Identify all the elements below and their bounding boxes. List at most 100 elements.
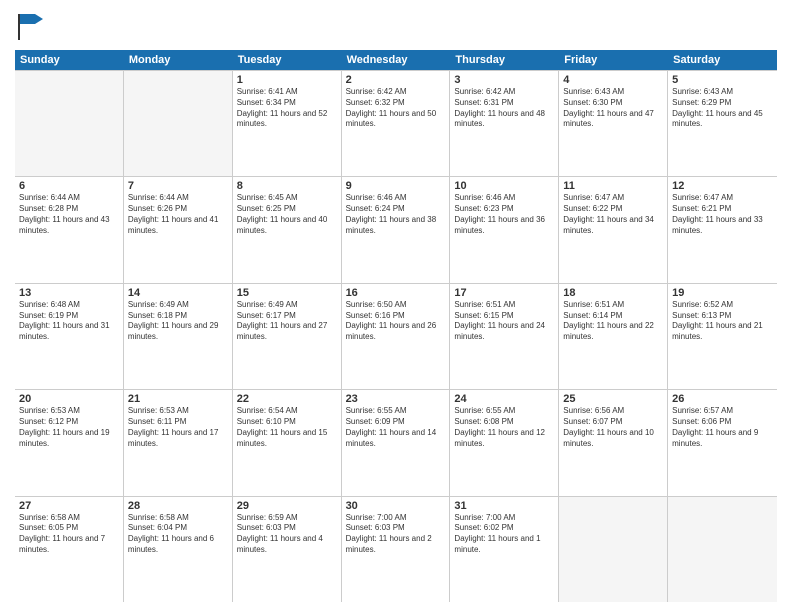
day-number: 22 [237, 393, 337, 405]
cell-info: Sunrise: 6:50 AM Sunset: 6:16 PM Dayligh… [346, 300, 446, 343]
cell-info: Sunrise: 6:44 AM Sunset: 6:28 PM Dayligh… [19, 193, 119, 236]
calendar-row-3: 20Sunrise: 6:53 AM Sunset: 6:12 PM Dayli… [15, 390, 777, 496]
day-number: 10 [454, 180, 554, 192]
day-number: 25 [563, 393, 663, 405]
cell-info: Sunrise: 7:00 AM Sunset: 6:02 PM Dayligh… [454, 513, 554, 556]
calendar-cell: 5Sunrise: 6:43 AM Sunset: 6:29 PM Daylig… [668, 71, 777, 176]
day-number: 16 [346, 287, 446, 299]
header-day-friday: Friday [559, 50, 668, 70]
calendar-cell: 27Sunrise: 6:58 AM Sunset: 6:05 PM Dayli… [15, 497, 124, 602]
day-number: 3 [454, 74, 554, 86]
header-day-thursday: Thursday [450, 50, 559, 70]
calendar-cell: 18Sunrise: 6:51 AM Sunset: 6:14 PM Dayli… [559, 284, 668, 389]
day-number: 2 [346, 74, 446, 86]
day-number: 8 [237, 180, 337, 192]
cell-info: Sunrise: 6:54 AM Sunset: 6:10 PM Dayligh… [237, 406, 337, 449]
cell-info: Sunrise: 6:46 AM Sunset: 6:24 PM Dayligh… [346, 193, 446, 236]
day-number: 24 [454, 393, 554, 405]
header-day-monday: Monday [124, 50, 233, 70]
cell-info: Sunrise: 6:47 AM Sunset: 6:22 PM Dayligh… [563, 193, 663, 236]
day-number: 5 [672, 74, 773, 86]
day-number: 26 [672, 393, 773, 405]
calendar-cell: 13Sunrise: 6:48 AM Sunset: 6:19 PM Dayli… [15, 284, 124, 389]
day-number: 23 [346, 393, 446, 405]
calendar-row-0: 1Sunrise: 6:41 AM Sunset: 6:34 PM Daylig… [15, 71, 777, 177]
logo [15, 10, 50, 42]
cell-info: Sunrise: 6:51 AM Sunset: 6:15 PM Dayligh… [454, 300, 554, 343]
cell-info: Sunrise: 6:58 AM Sunset: 6:04 PM Dayligh… [128, 513, 228, 556]
day-number: 30 [346, 500, 446, 512]
cell-info: Sunrise: 6:53 AM Sunset: 6:12 PM Dayligh… [19, 406, 119, 449]
cell-info: Sunrise: 6:49 AM Sunset: 6:18 PM Dayligh… [128, 300, 228, 343]
day-number: 4 [563, 74, 663, 86]
cell-info: Sunrise: 6:44 AM Sunset: 6:26 PM Dayligh… [128, 193, 228, 236]
calendar-cell: 12Sunrise: 6:47 AM Sunset: 6:21 PM Dayli… [668, 177, 777, 282]
day-number: 28 [128, 500, 228, 512]
calendar-body: 1Sunrise: 6:41 AM Sunset: 6:34 PM Daylig… [15, 70, 777, 602]
day-number: 21 [128, 393, 228, 405]
calendar-cell: 28Sunrise: 6:58 AM Sunset: 6:04 PM Dayli… [124, 497, 233, 602]
cell-info: Sunrise: 6:47 AM Sunset: 6:21 PM Dayligh… [672, 193, 773, 236]
cell-info: Sunrise: 6:42 AM Sunset: 6:32 PM Dayligh… [346, 87, 446, 130]
day-number: 14 [128, 287, 228, 299]
calendar-cell: 23Sunrise: 6:55 AM Sunset: 6:09 PM Dayli… [342, 390, 451, 495]
day-number: 27 [19, 500, 119, 512]
calendar-cell: 26Sunrise: 6:57 AM Sunset: 6:06 PM Dayli… [668, 390, 777, 495]
calendar-cell: 3Sunrise: 6:42 AM Sunset: 6:31 PM Daylig… [450, 71, 559, 176]
cell-info: Sunrise: 6:41 AM Sunset: 6:34 PM Dayligh… [237, 87, 337, 130]
calendar-header: SundayMondayTuesdayWednesdayThursdayFrid… [15, 50, 777, 70]
calendar-cell [15, 71, 124, 176]
calendar-cell: 25Sunrise: 6:56 AM Sunset: 6:07 PM Dayli… [559, 390, 668, 495]
day-number: 18 [563, 287, 663, 299]
calendar-cell: 7Sunrise: 6:44 AM Sunset: 6:26 PM Daylig… [124, 177, 233, 282]
cell-info: Sunrise: 6:51 AM Sunset: 6:14 PM Dayligh… [563, 300, 663, 343]
day-number: 9 [346, 180, 446, 192]
day-number: 20 [19, 393, 119, 405]
calendar-cell: 11Sunrise: 6:47 AM Sunset: 6:22 PM Dayli… [559, 177, 668, 282]
calendar-cell: 19Sunrise: 6:52 AM Sunset: 6:13 PM Dayli… [668, 284, 777, 389]
calendar-cell: 21Sunrise: 6:53 AM Sunset: 6:11 PM Dayli… [124, 390, 233, 495]
day-number: 29 [237, 500, 337, 512]
cell-info: Sunrise: 6:56 AM Sunset: 6:07 PM Dayligh… [563, 406, 663, 449]
calendar-cell: 24Sunrise: 6:55 AM Sunset: 6:08 PM Dayli… [450, 390, 559, 495]
day-number: 12 [672, 180, 773, 192]
day-number: 6 [19, 180, 119, 192]
cell-info: Sunrise: 6:55 AM Sunset: 6:09 PM Dayligh… [346, 406, 446, 449]
calendar-cell [124, 71, 233, 176]
cell-info: Sunrise: 6:57 AM Sunset: 6:06 PM Dayligh… [672, 406, 773, 449]
calendar-cell: 8Sunrise: 6:45 AM Sunset: 6:25 PM Daylig… [233, 177, 342, 282]
day-number: 17 [454, 287, 554, 299]
day-number: 13 [19, 287, 119, 299]
cell-info: Sunrise: 6:46 AM Sunset: 6:23 PM Dayligh… [454, 193, 554, 236]
calendar-cell: 9Sunrise: 6:46 AM Sunset: 6:24 PM Daylig… [342, 177, 451, 282]
cell-info: Sunrise: 7:00 AM Sunset: 6:03 PM Dayligh… [346, 513, 446, 556]
logo-icon [15, 10, 47, 42]
cell-info: Sunrise: 6:55 AM Sunset: 6:08 PM Dayligh… [454, 406, 554, 449]
calendar-cell: 14Sunrise: 6:49 AM Sunset: 6:18 PM Dayli… [124, 284, 233, 389]
calendar-cell: 31Sunrise: 7:00 AM Sunset: 6:02 PM Dayli… [450, 497, 559, 602]
day-number: 7 [128, 180, 228, 192]
calendar-cell: 16Sunrise: 6:50 AM Sunset: 6:16 PM Dayli… [342, 284, 451, 389]
calendar-cell: 2Sunrise: 6:42 AM Sunset: 6:32 PM Daylig… [342, 71, 451, 176]
calendar-cell: 6Sunrise: 6:44 AM Sunset: 6:28 PM Daylig… [15, 177, 124, 282]
cell-info: Sunrise: 6:42 AM Sunset: 6:31 PM Dayligh… [454, 87, 554, 130]
calendar-row-2: 13Sunrise: 6:48 AM Sunset: 6:19 PM Dayli… [15, 284, 777, 390]
day-number: 11 [563, 180, 663, 192]
calendar-cell: 20Sunrise: 6:53 AM Sunset: 6:12 PM Dayli… [15, 390, 124, 495]
cell-info: Sunrise: 6:45 AM Sunset: 6:25 PM Dayligh… [237, 193, 337, 236]
cell-info: Sunrise: 6:43 AM Sunset: 6:29 PM Dayligh… [672, 87, 773, 130]
day-number: 31 [454, 500, 554, 512]
cell-info: Sunrise: 6:58 AM Sunset: 6:05 PM Dayligh… [19, 513, 119, 556]
calendar-cell [559, 497, 668, 602]
day-number: 1 [237, 74, 337, 86]
cell-info: Sunrise: 6:53 AM Sunset: 6:11 PM Dayligh… [128, 406, 228, 449]
day-number: 15 [237, 287, 337, 299]
header-day-sunday: Sunday [15, 50, 124, 70]
calendar-cell: 1Sunrise: 6:41 AM Sunset: 6:34 PM Daylig… [233, 71, 342, 176]
calendar-row-4: 27Sunrise: 6:58 AM Sunset: 6:05 PM Dayli… [15, 497, 777, 602]
calendar-cell [668, 497, 777, 602]
header-day-tuesday: Tuesday [233, 50, 342, 70]
page: SundayMondayTuesdayWednesdayThursdayFrid… [0, 0, 792, 612]
header-day-saturday: Saturday [668, 50, 777, 70]
header [15, 10, 777, 42]
